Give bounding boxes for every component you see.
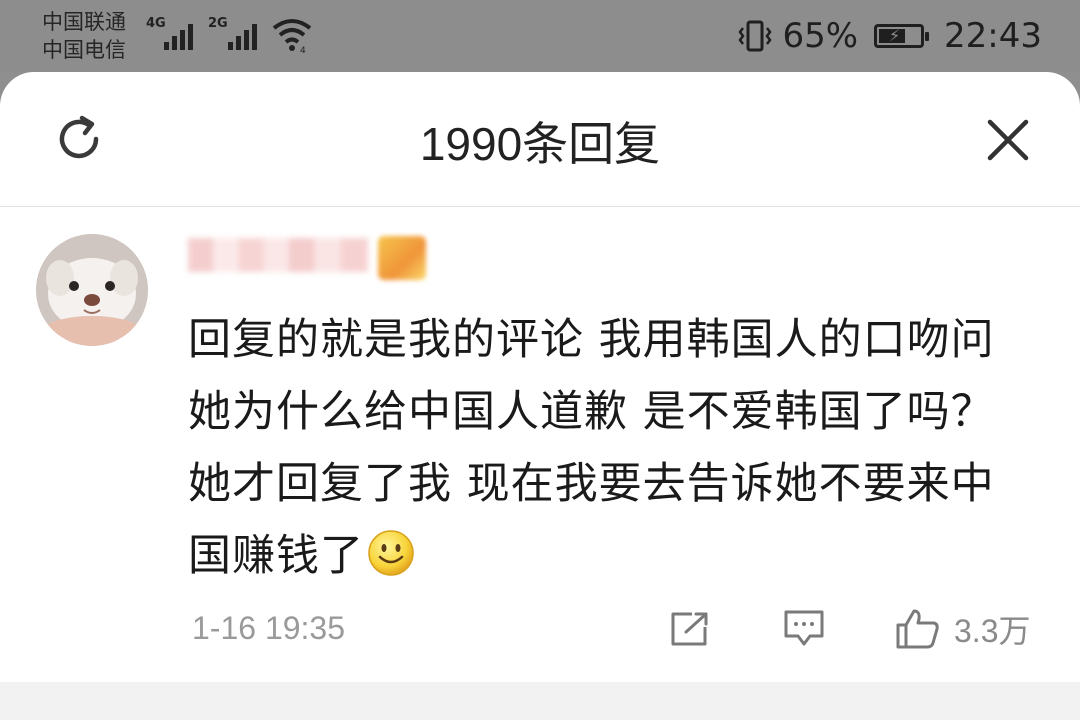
wifi-icon: 4: [272, 19, 312, 54]
sheet-title: 1990条回复: [419, 118, 661, 170]
like-count: 3.3万: [954, 613, 1031, 649]
status-right-group: 65% ⚡ 22:43: [738, 14, 1042, 58]
comment-icon: [784, 610, 824, 646]
like-icon: [896, 609, 939, 649]
svg-text:4: 4: [300, 46, 306, 54]
sheet-header: 1990条回复: [0, 72, 1080, 207]
dog-avatar-image: [36, 234, 148, 346]
like-button[interactable]: 3.3万: [894, 606, 1031, 652]
username-blurred[interactable]: [188, 238, 368, 272]
share-icon: [671, 612, 708, 646]
status-time: 22:43: [944, 16, 1042, 56]
section-divider: [0, 682, 1080, 720]
share-button[interactable]: [668, 606, 712, 652]
comment-text: 回复的就是我的评论 我用韩国人的口吻问她为什么给中国人道歉 是不爱韩国了吗？ 她…: [188, 315, 995, 581]
smile-emoji-icon: [368, 530, 414, 576]
signal-icon: [226, 22, 262, 50]
reply-button[interactable]: [782, 606, 826, 652]
carrier-info: 中国联通 中国电信: [42, 8, 126, 64]
comment-body: 回复的就是我的评论 我用韩国人的口吻问她为什么给中国人道歉 是不爱韩国了吗？ 她…: [188, 304, 1038, 592]
status-bar: 中国联通 中国电信 4G 2G 4 65% ⚡ 22:43: [0, 0, 1080, 72]
replies-sheet: 1990条回复 回复的就是我的评论 我用韩国人的口吻问她为什么给中国人道歉 是不…: [0, 72, 1080, 720]
battery-icon: ⚡: [874, 24, 930, 48]
avatar[interactable]: [36, 234, 148, 346]
close-icon[interactable]: [986, 118, 1030, 162]
network-type-2: 2G: [208, 16, 228, 31]
vibrate-icon: [738, 20, 772, 52]
battery-percent: 65%: [782, 16, 859, 56]
carrier-1: 中国联通: [42, 10, 126, 34]
carrier-2: 中国电信: [42, 38, 126, 62]
user-badge-blurred: [378, 236, 426, 280]
signal-icon: [162, 22, 198, 50]
charging-icon: ⚡: [889, 26, 901, 45]
comment-timestamp: 1-16 19:35: [192, 610, 346, 646]
